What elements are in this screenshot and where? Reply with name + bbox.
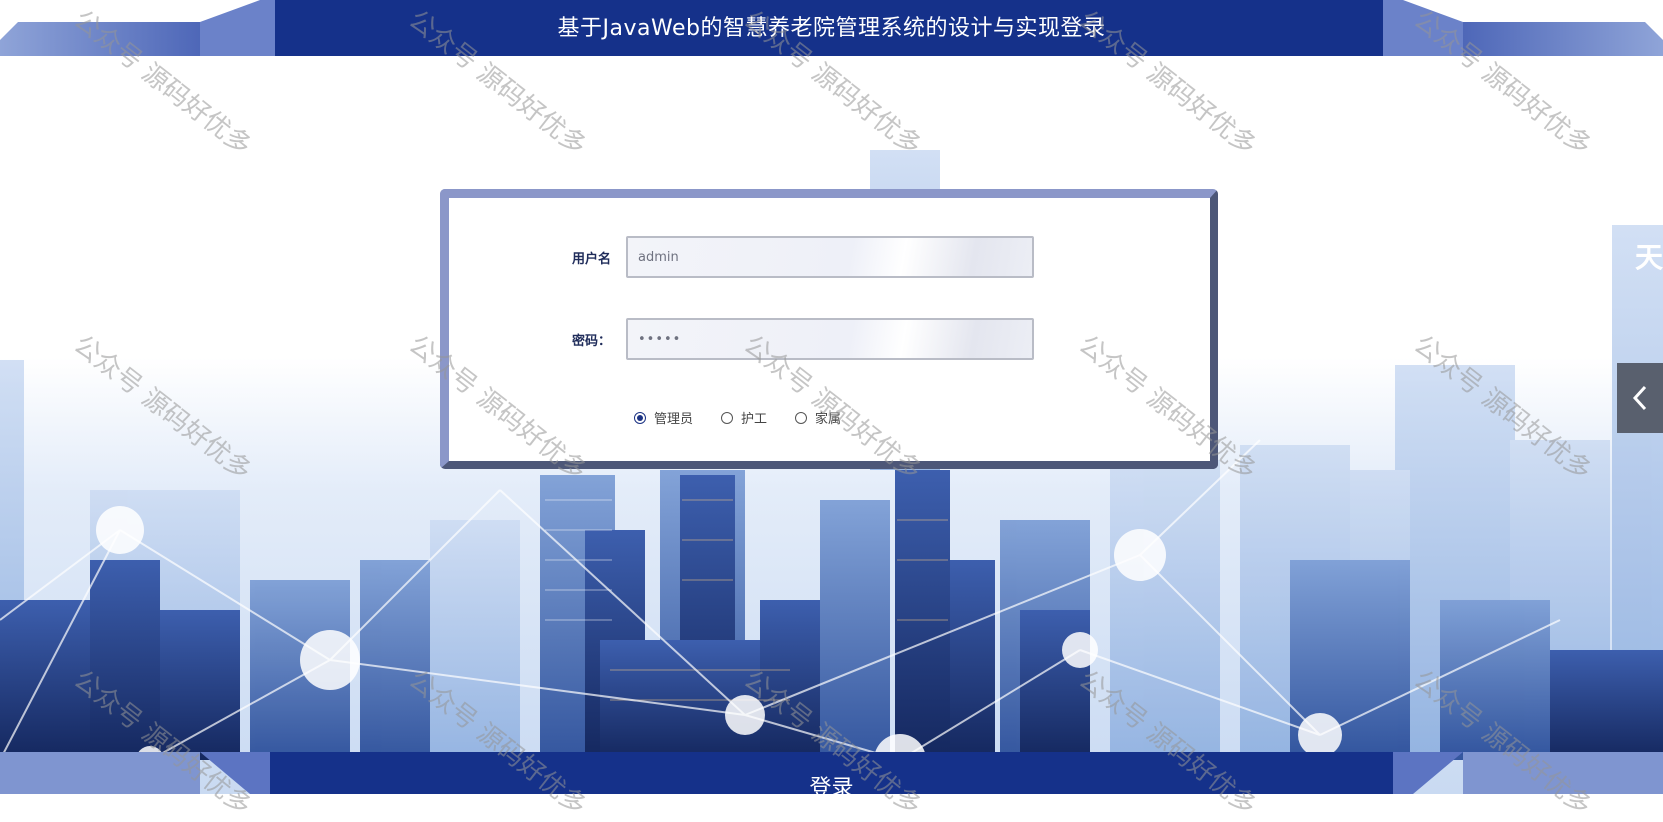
background-sign-text: 天	[1635, 241, 1663, 274]
page-title: 基于JavaWeb的智慧养老院管理系统的设计与实现登录	[557, 16, 1106, 41]
role-option-family[interactable]: 家属	[795, 408, 841, 427]
role-radio-group: 管理员 护工 家属	[634, 408, 841, 427]
radio-admin[interactable]	[634, 411, 646, 424]
role-label-nurse: 护工	[741, 412, 768, 427]
login-card: 用户名 密码： 管理员 护工 家属	[440, 189, 1218, 469]
role-label-admin: 管理员	[654, 412, 694, 427]
role-option-admin[interactable]: 管理员	[634, 408, 693, 427]
header-bar: 基于JavaWeb的智慧养老院管理系统的设计与实现登录	[0, 0, 1663, 56]
role-option-nurse[interactable]: 护工	[721, 408, 767, 427]
role-label-family: 家属	[815, 412, 842, 427]
chevron-left-icon	[1632, 385, 1647, 411]
side-panel-toggle[interactable]	[1617, 363, 1663, 433]
login-button[interactable]: 登录	[0, 770, 1663, 802]
password-input[interactable]	[626, 318, 1034, 360]
radio-family[interactable]	[795, 411, 808, 424]
footer-bar: 登录	[0, 752, 1663, 801]
username-input[interactable]	[626, 236, 1034, 278]
password-label: 密码：	[572, 334, 612, 349]
radio-nurse[interactable]	[721, 411, 734, 424]
username-label: 用户名	[572, 252, 612, 267]
